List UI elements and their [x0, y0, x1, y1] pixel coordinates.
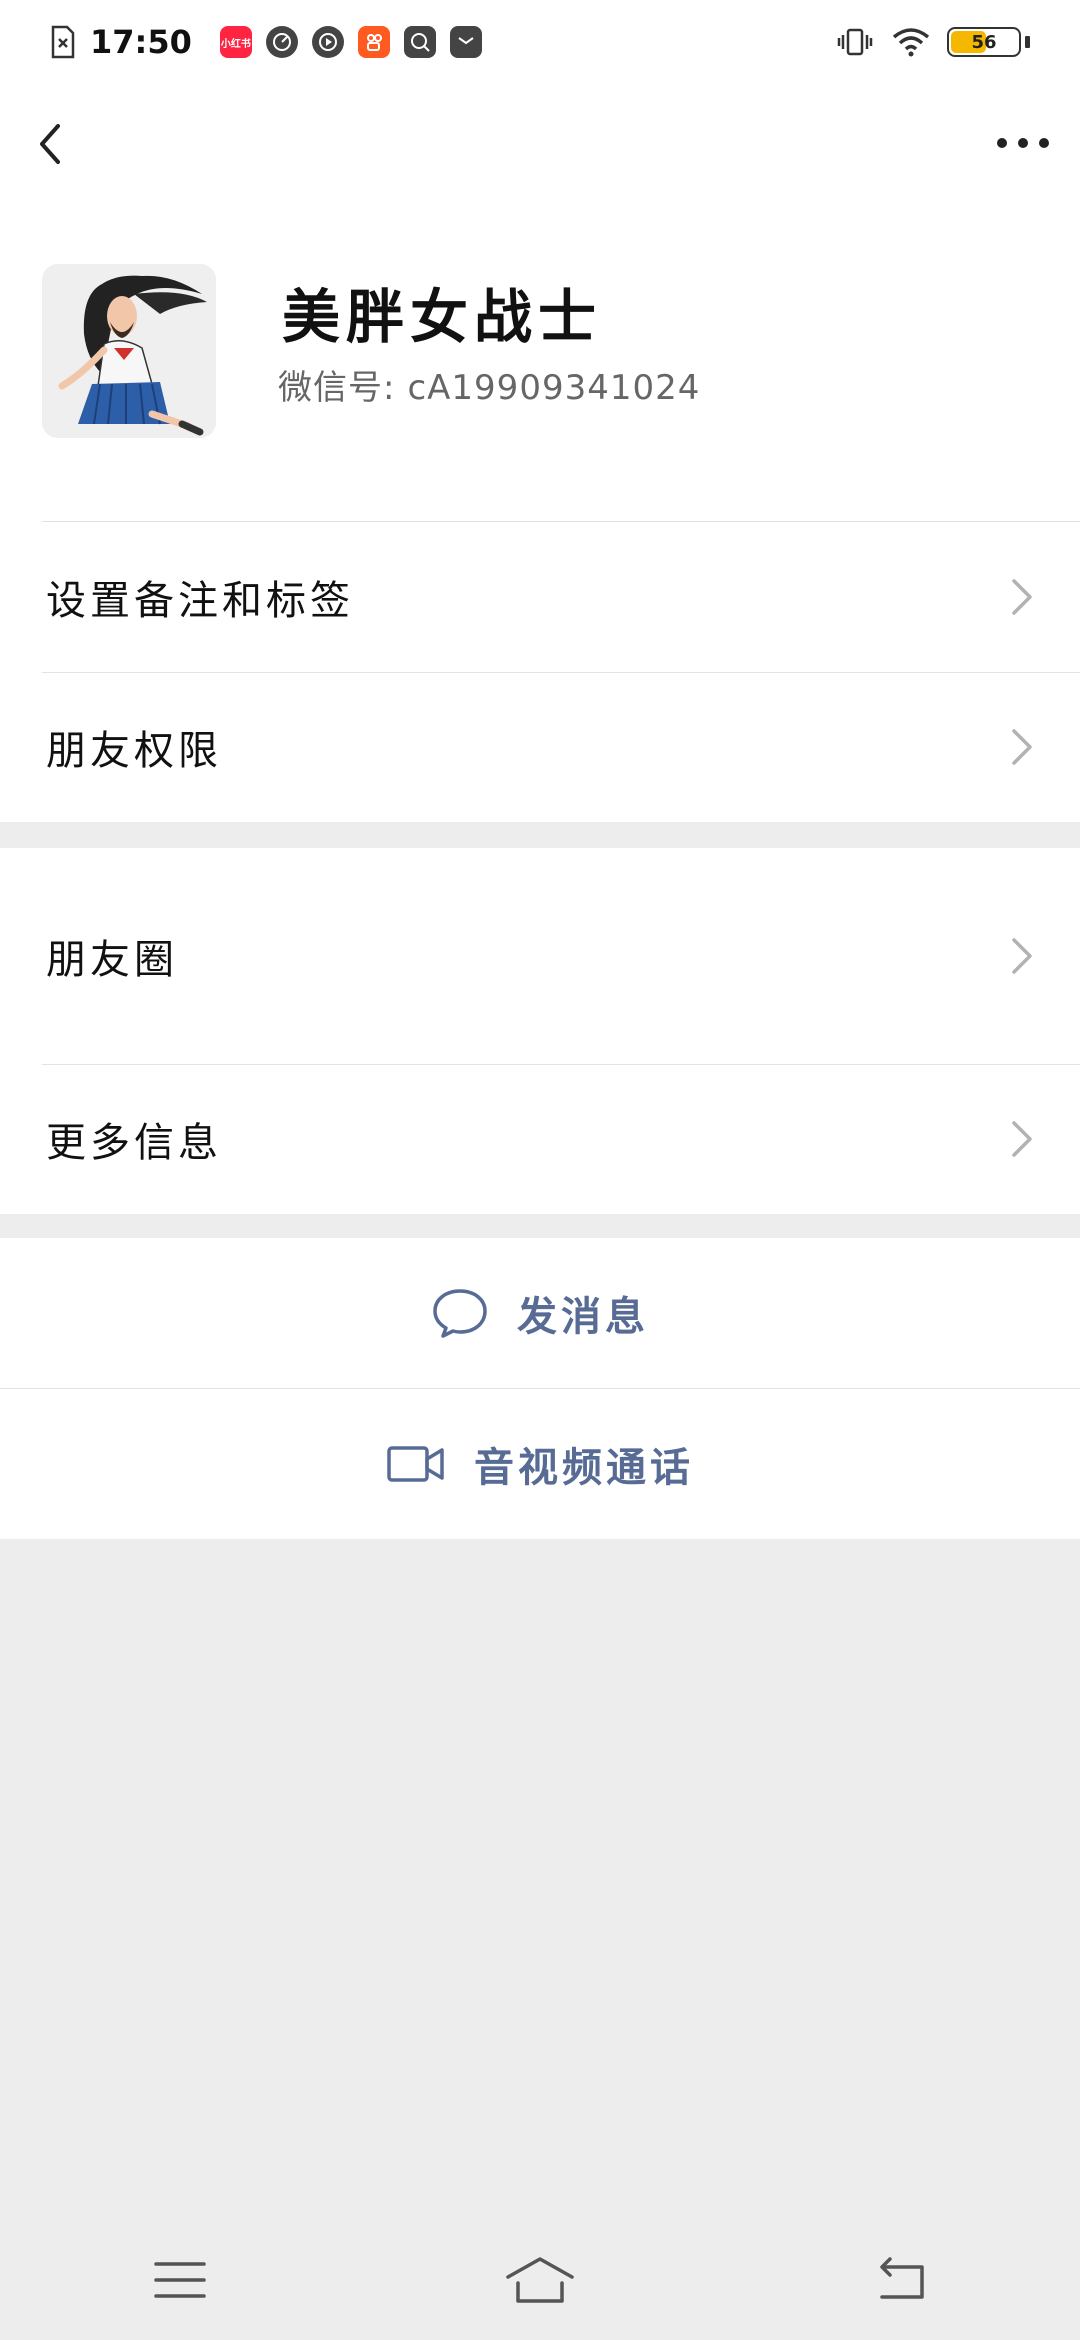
home-button[interactable] [490, 2245, 590, 2315]
mail-icon [449, 26, 482, 58]
browser-icon [403, 26, 436, 58]
wechat-id-prefix: 微信号: [278, 368, 396, 408]
chevron-right-icon [1012, 729, 1032, 765]
more-horizontal-icon [997, 138, 1049, 148]
more-button[interactable] [988, 118, 1058, 168]
menu-icon [154, 2262, 206, 2298]
back-icon [880, 2257, 924, 2299]
send-message-label: 发消息 [517, 1294, 649, 1340]
system-nav-bar [0, 2220, 1080, 2340]
play-icon [311, 26, 344, 58]
avatar[interactable] [42, 264, 216, 438]
status-left: 17:50 小红书 [50, 23, 482, 61]
video-camera-icon [387, 1446, 444, 1482]
video-call-label: 音视频通话 [474, 1445, 694, 1491]
status-right: 56 [835, 26, 1030, 58]
menu-item-more-info[interactable]: 更多信息 [0, 1064, 1080, 1214]
recent-apps-button[interactable] [130, 2245, 230, 2315]
menu-item-label: 朋友圈 [46, 937, 178, 983]
send-message-button[interactable]: 发消息 [0, 1238, 1080, 1388]
action-group: 发消息 音视频通话 [0, 1238, 1080, 1539]
battery-tip [1025, 36, 1030, 48]
menu-item-label: 更多信息 [46, 1120, 222, 1166]
menu-group-2: 朋友圈 更多信息 [0, 848, 1080, 1214]
menu-item-friend-permissions[interactable]: 朋友权限 [0, 672, 1080, 822]
wechat-id: 微信号: cA19909341024 [278, 360, 700, 409]
menu-item-label: 朋友权限 [46, 728, 222, 774]
status-bar: 17:50 小红书 56 [0, 0, 1080, 84]
chevron-right-icon [1012, 1121, 1032, 1157]
xiaohongshu-icon: 小红书 [219, 26, 252, 58]
chevron-left-icon [40, 124, 60, 164]
profile-header: 美胖女战士 微信号: cA19909341024 [0, 212, 1080, 522]
status-time: 17:50 [90, 23, 192, 61]
menu-item-moments[interactable]: 朋友圈 [0, 848, 1080, 1064]
chat-bubble-icon [433, 1289, 487, 1338]
vibrate-icon [837, 28, 873, 56]
chevron-right-icon [1012, 579, 1032, 615]
battery-indicator: 56 [947, 27, 1021, 57]
profile-name: 美胖女战士 [282, 283, 603, 351]
menu-group-1: 设置备注和标签 朋友权限 [0, 522, 1080, 822]
kuaishou-icon [357, 26, 390, 58]
battery-level: 56 [971, 31, 997, 53]
speedometer-icon [265, 26, 298, 58]
back-nav-button[interactable] [850, 2245, 950, 2315]
home-icon [506, 2257, 574, 2303]
video-call-button[interactable]: 音视频通话 [0, 1389, 1080, 1539]
wechat-id-value: cA19909341024 [407, 368, 701, 408]
chevron-right-icon [1012, 938, 1032, 974]
sim-icon [51, 25, 75, 59]
avatar-illustration [42, 264, 216, 438]
top-bar [0, 84, 1080, 212]
menu-item-remark-tags[interactable]: 设置备注和标签 [0, 522, 1080, 672]
wifi-icon [892, 28, 930, 57]
menu-item-label: 设置备注和标签 [46, 578, 354, 624]
contact-profile-screen: 17:50 小红书 56 美胖女战士 微信号: cA19909341024 设置… [0, 0, 1080, 2340]
xiaohongshu-label: 小红书 [220, 38, 251, 50]
back-button[interactable] [28, 114, 78, 174]
